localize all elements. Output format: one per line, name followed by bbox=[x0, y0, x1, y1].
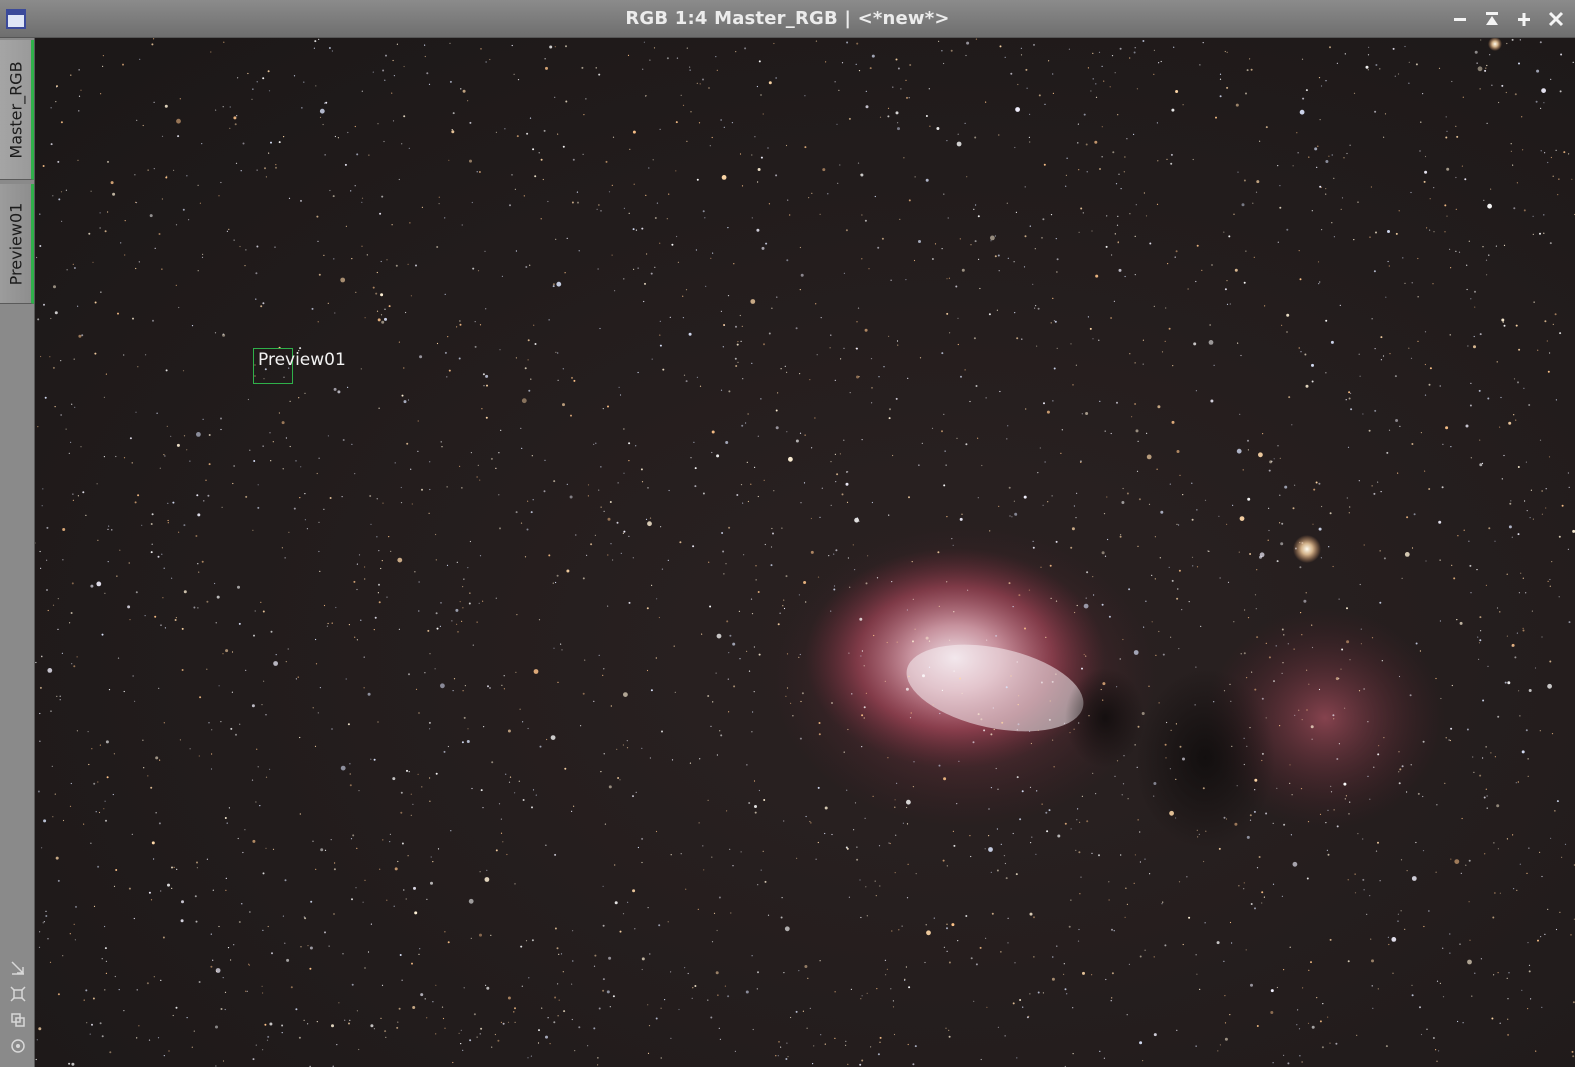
minus-icon bbox=[1454, 18, 1466, 21]
tab-label: Master_RGB bbox=[6, 60, 25, 159]
shade-button[interactable] bbox=[1479, 6, 1505, 32]
close-icon bbox=[1548, 11, 1564, 27]
minimize-button[interactable] bbox=[1447, 6, 1473, 32]
fit-view-icon[interactable] bbox=[0, 955, 35, 981]
preview-label: Preview01 bbox=[258, 350, 346, 370]
view-tab-strip: Master_RGB Preview01 bbox=[0, 38, 35, 1067]
star-field-image bbox=[35, 38, 1575, 1067]
maximize-button[interactable] bbox=[1511, 6, 1537, 32]
clone-view-icon[interactable] bbox=[0, 1007, 35, 1033]
tab-label: Preview01 bbox=[6, 202, 25, 285]
close-button[interactable] bbox=[1543, 6, 1569, 32]
title-bar[interactable]: RGB 1:4 Master_RGB | <*new*> bbox=[0, 0, 1575, 38]
side-toolbar bbox=[0, 955, 35, 1059]
plus-icon bbox=[1518, 13, 1530, 26]
tab-preview01[interactable]: Preview01 bbox=[0, 184, 34, 304]
image-viewport[interactable]: Preview01 bbox=[35, 38, 1575, 1067]
window-title: RGB 1:4 Master_RGB | <*new*> bbox=[625, 8, 950, 29]
zoom-to-fit-icon[interactable] bbox=[0, 981, 35, 1007]
target-icon[interactable] bbox=[0, 1033, 35, 1059]
tab-master-rgb[interactable]: Master_RGB bbox=[0, 40, 34, 180]
window-controls bbox=[1447, 6, 1569, 32]
shade-up-icon bbox=[1486, 12, 1498, 25]
